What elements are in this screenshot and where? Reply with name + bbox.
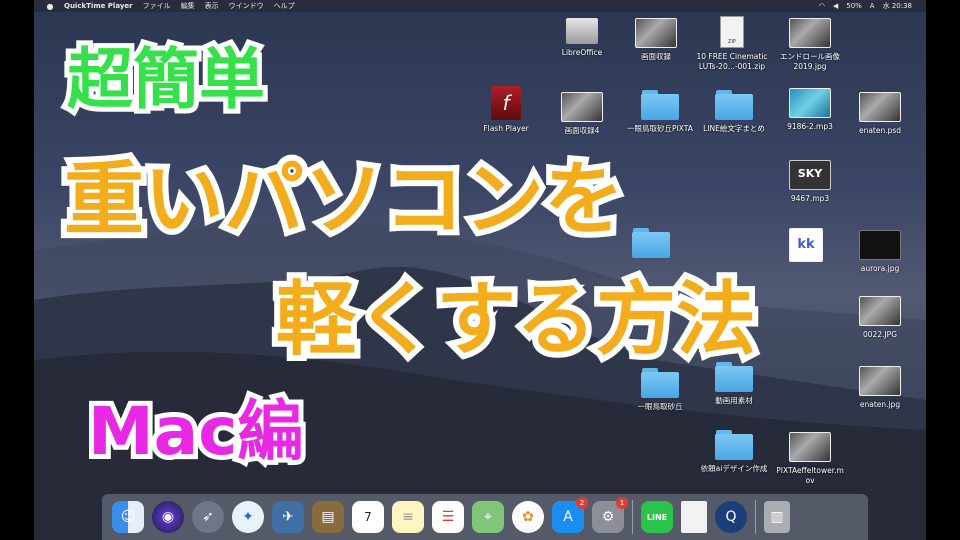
app-store-icon[interactable]: A2: [552, 497, 588, 533]
menu-help[interactable]: ヘルプ: [274, 1, 295, 11]
safari-icon[interactable]: ✦: [232, 501, 264, 533]
title-super-easy: 超簡単: [62, 36, 270, 123]
calendar-day: 7: [364, 510, 372, 524]
desktop-icon-luts-zip[interactable]: ZIP 10 FREE Cinematic LUTs-20...-001.zip: [694, 16, 770, 72]
system-preferences-icon[interactable]: ⚙ 1: [592, 497, 628, 533]
maps-icon[interactable]: ⌖: [472, 501, 504, 533]
folder-icon[interactable]: [632, 228, 670, 258]
launchpad-icon[interactable]: ➶: [192, 501, 224, 533]
title-heavy-computer: 重いパソコンを: [58, 147, 630, 252]
desktop-icon-folder-line-emoji[interactable]: LINE絵文字まとめ: [696, 90, 772, 134]
zip-icon: ZIP: [720, 16, 744, 48]
image-icon: [859, 92, 901, 122]
photos-icon[interactable]: ✿: [512, 501, 544, 533]
movie-icon: [789, 432, 831, 462]
battery-status[interactable]: 50%: [846, 2, 862, 10]
document-icon[interactable]: [681, 501, 707, 533]
screenshot-icon: [561, 92, 603, 122]
desktop-icon-aurora[interactable]: aurora.jpg: [842, 230, 918, 274]
volume-icon[interactable]: ◀: [833, 2, 838, 10]
input-source-badge[interactable]: A: [870, 2, 875, 10]
siri-icon[interactable]: ◉: [152, 501, 184, 533]
desktop-icon-0022-jpg[interactable]: 0022.JPG: [842, 296, 918, 340]
desktop-icon-folder-tottori-pixta[interactable]: 一眼鳥取砂丘PIXTA: [622, 90, 698, 134]
desktop-icon-kk[interactable]: kk: [768, 228, 844, 262]
dock-separator: [632, 500, 633, 534]
desktop-icon-folder-tottori[interactable]: 一眼鳥取砂丘: [622, 368, 698, 412]
folder-icon: [641, 90, 679, 120]
desktop-icon-audio-9467[interactable]: SKY 9467.mp3: [772, 160, 848, 204]
folder-icon: [715, 90, 753, 120]
menu-edit[interactable]: 編集: [181, 1, 195, 11]
title-make-lighter: 軽くする方法: [270, 267, 762, 372]
image-icon: [859, 366, 901, 396]
menu-app-name[interactable]: QuickTime Player: [64, 2, 133, 10]
wifi-icon[interactable]: ◠: [819, 2, 825, 10]
image-icon: [859, 230, 901, 260]
reminders-icon[interactable]: ☰: [432, 501, 464, 533]
desktop-icon-enaten-psd[interactable]: enaten.psd: [842, 92, 918, 136]
folder-icon: [715, 430, 753, 460]
notes-icon[interactable]: ≡: [392, 501, 424, 533]
prefs-badge: 1: [616, 497, 628, 509]
contacts-icon[interactable]: ▤: [312, 501, 344, 533]
kk-icon: kk: [789, 228, 823, 262]
desktop-icon-audio-9186[interactable]: 9186-2.mp3: [772, 88, 848, 132]
desktop-icon-flash-player[interactable]: f Flash Player: [468, 86, 544, 134]
flash-icon: f: [491, 86, 521, 120]
desktop-icon-endroll-image[interactable]: エンドロール画像 2019.jpg: [772, 18, 848, 72]
desktop-icon-libreoffice[interactable]: LibreOffice: [544, 18, 620, 58]
title-mac-edition: Mac編: [83, 388, 308, 475]
finder-icon[interactable]: ☺: [112, 501, 144, 533]
sky-icon: SKY: [789, 160, 831, 190]
photo-preview-icon[interactable]: ✈: [272, 501, 304, 533]
desktop-icon-pixta-eiffel-movie[interactable]: PIXTAeffeltower.m ov: [772, 432, 848, 486]
menu-bar: ● QuickTime Player ファイル 編集 表示 ウインドウ ヘルプ …: [34, 0, 926, 12]
line-icon[interactable]: LINE: [641, 501, 673, 533]
app-store-badge: 2: [576, 497, 588, 509]
desktop-icon-screen-recording-4[interactable]: 画面収録4: [544, 92, 620, 136]
audio-icon: [789, 88, 831, 118]
trash-icon[interactable]: ▥: [764, 501, 790, 533]
desktop-icon-folder-ai-design[interactable]: 依頼aiデザイン作成: [696, 430, 772, 474]
menu-window[interactable]: ウインドウ: [229, 1, 264, 11]
menu-view[interactable]: 表示: [205, 1, 219, 11]
screenshot-icon: [635, 18, 677, 48]
dock-separator: [755, 500, 756, 534]
calendar-icon[interactable]: 7: [352, 501, 384, 533]
menu-file[interactable]: ファイル: [143, 1, 171, 11]
image-icon: [789, 18, 831, 48]
quicktime-icon[interactable]: Q: [715, 501, 747, 533]
image-icon: [859, 296, 901, 326]
apple-menu-icon[interactable]: ●: [44, 2, 56, 11]
menubar-clock[interactable]: 水 20:38: [883, 1, 912, 11]
dock: ☺ ◉ ➶ ✦ ✈ ▤ 7 ≡ ☰ ⌖ ✿ A2 ⚙ 1 LINE Q ▥: [102, 494, 868, 540]
folder-icon: [641, 368, 679, 398]
drive-icon: [566, 18, 598, 44]
desktop-icon-screen-recording[interactable]: 画面収録: [618, 18, 694, 62]
desktop-icon-enaten-jpg[interactable]: enaten.jpg: [842, 366, 918, 410]
